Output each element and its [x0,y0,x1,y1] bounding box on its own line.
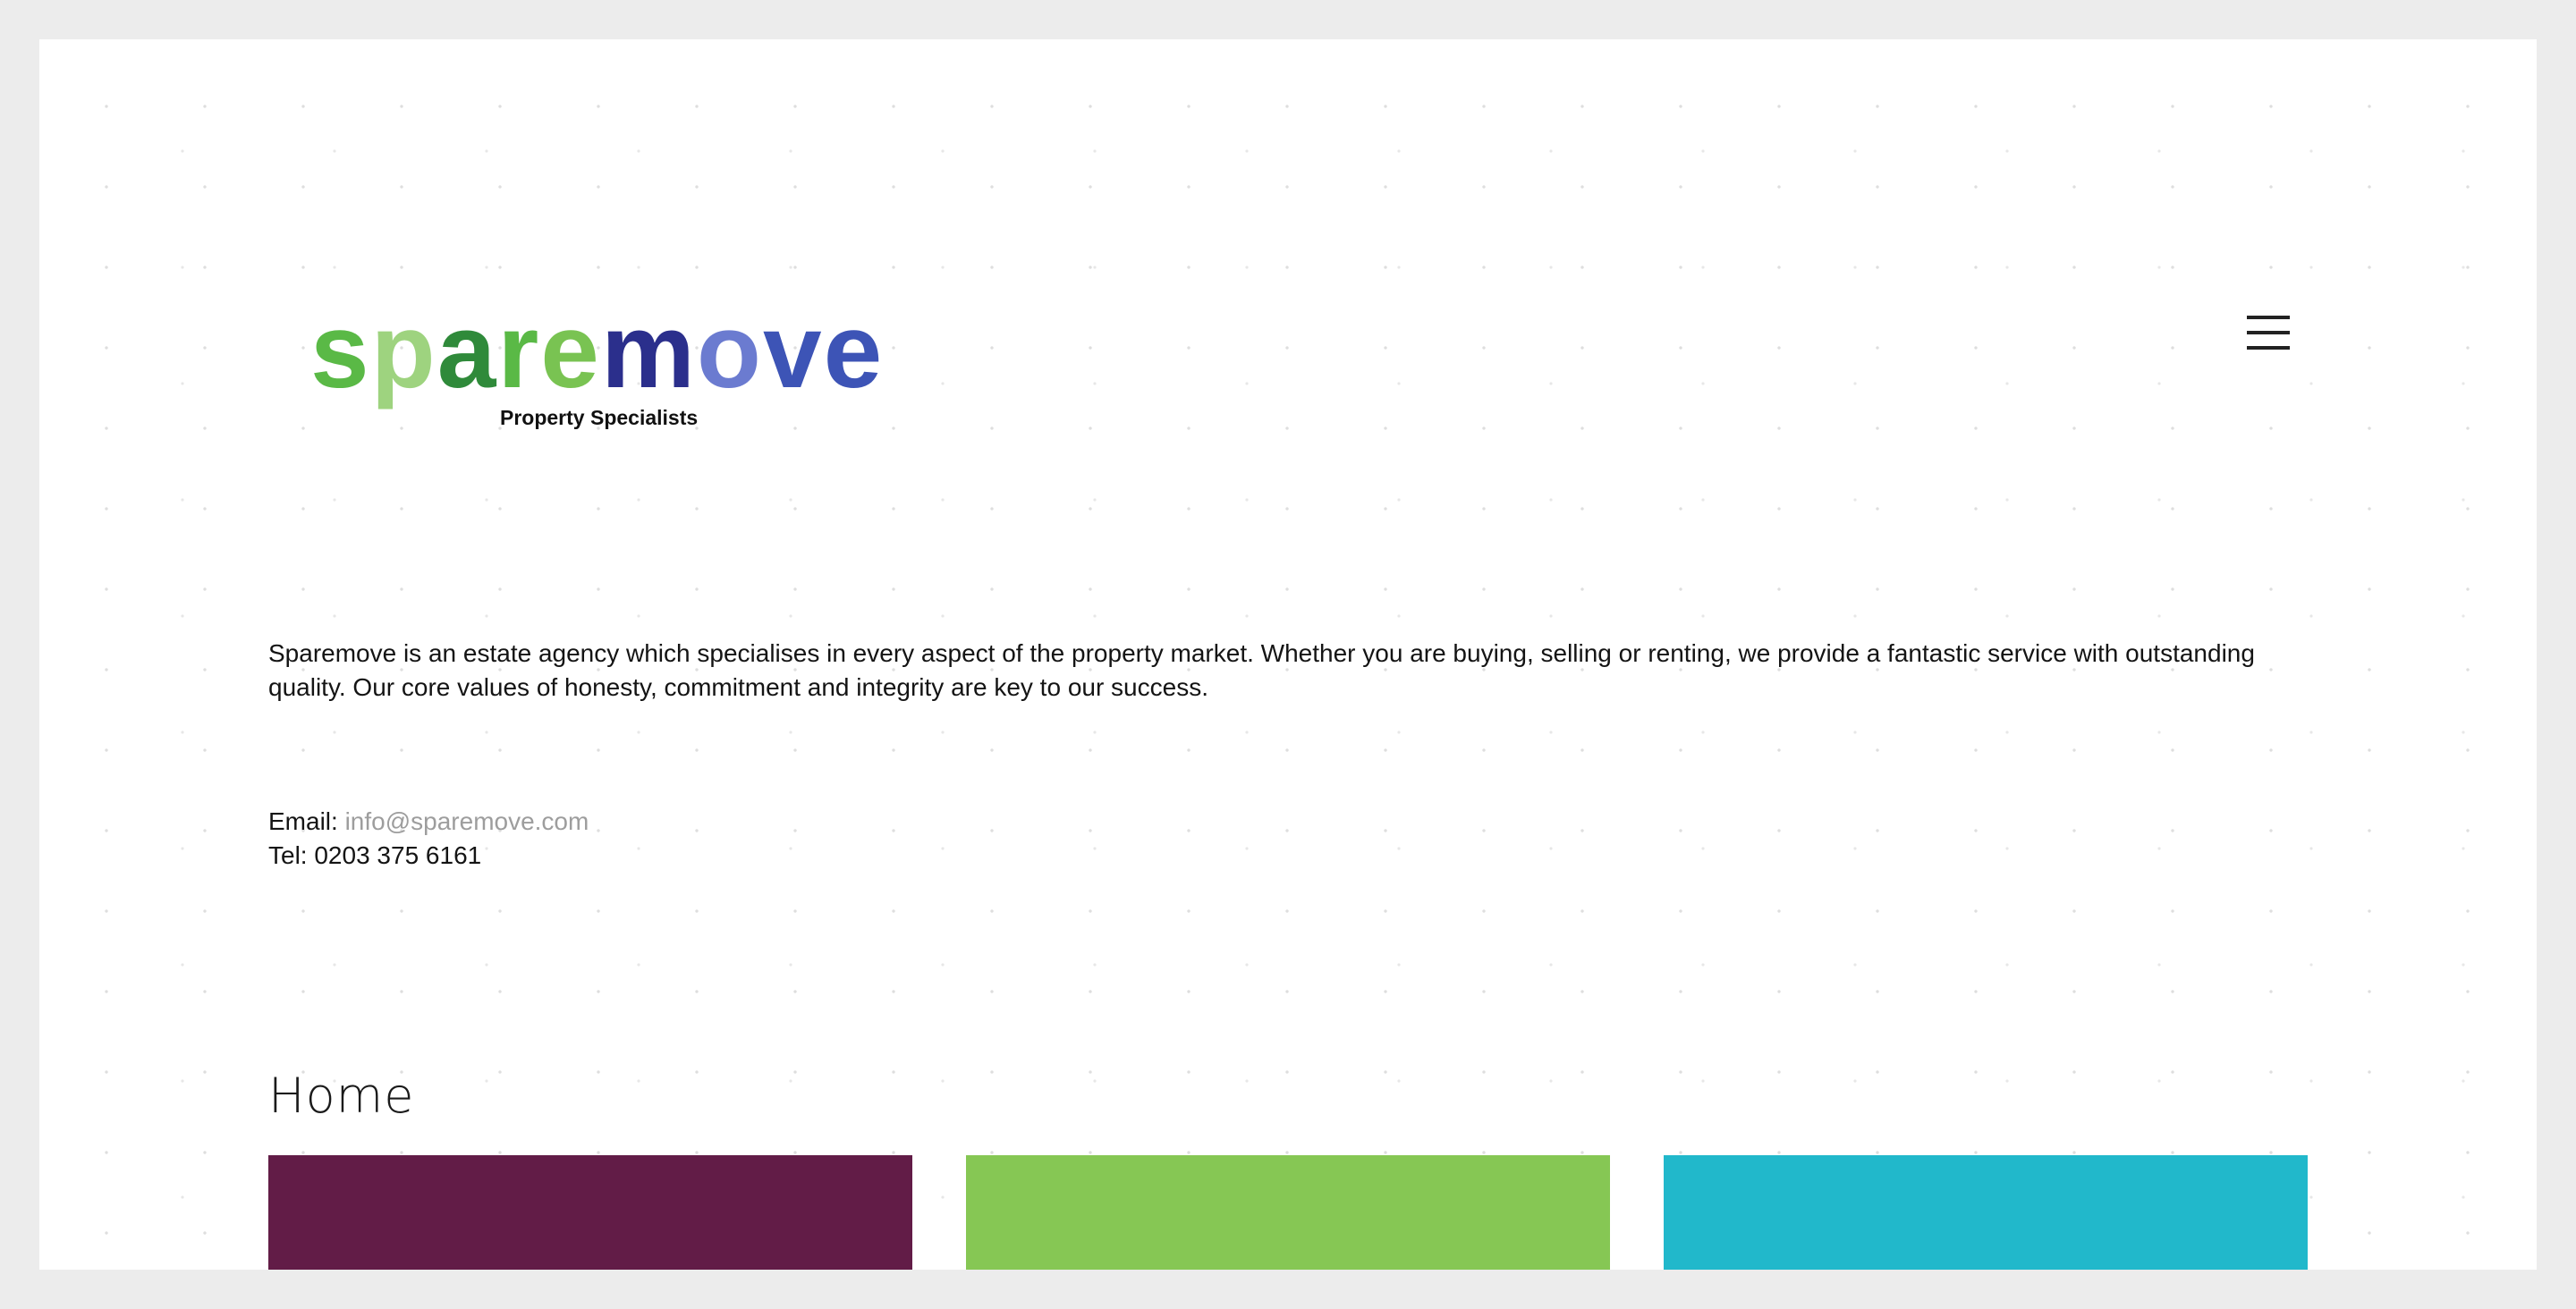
email-link[interactable]: info@sparemove.com [345,807,589,835]
contact-block: Email: info@sparemove.com Tel: 0203 375 … [268,805,589,873]
contact-tel-row: Tel: 0203 375 6161 [268,839,589,873]
hamburger-menu-icon[interactable] [2247,313,2292,352]
logo-wordmark: sparemove [310,292,885,410]
menu-line [2247,331,2290,334]
tel-label: Tel: [268,841,315,869]
tile-3[interactable] [1664,1155,2308,1270]
intro-text: Sparemove is an estate agency which spec… [268,639,2255,701]
tel-value: 0203 375 6161 [314,841,482,869]
email-label: Email: [268,807,345,835]
logo[interactable]: sparemove Property Specialists [310,299,901,442]
page-frame: sparemove Property Specialists Sparemove… [39,39,2537,1270]
contact-email-row: Email: info@sparemove.com [268,805,589,839]
menu-line [2247,346,2290,350]
tile-2[interactable] [966,1155,1610,1270]
tile-1[interactable] [268,1155,912,1270]
menu-line [2247,316,2290,319]
logo-tagline: Property Specialists [500,406,699,429]
section-heading-home: Home [268,1068,415,1124]
